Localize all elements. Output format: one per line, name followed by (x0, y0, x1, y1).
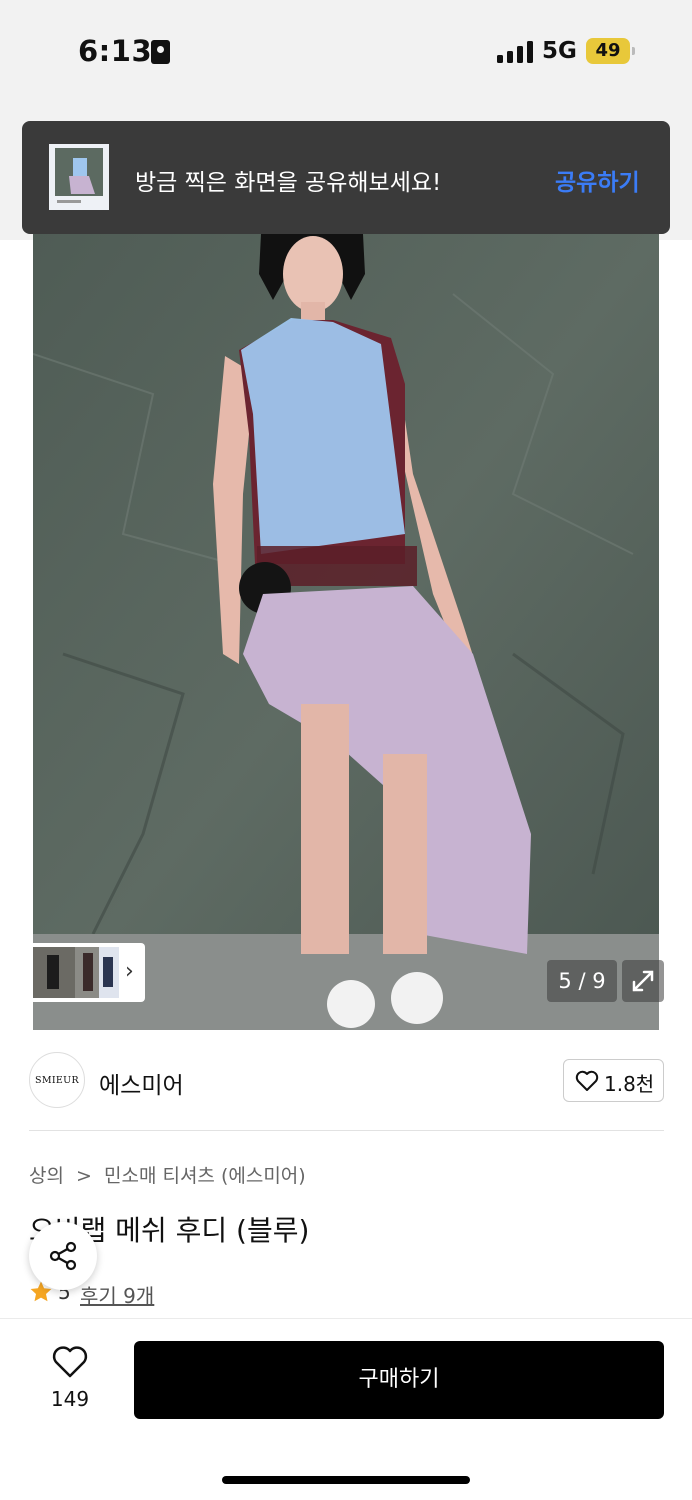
lock-icon (151, 40, 170, 64)
status-bar: 6:13 5G 49 (0, 0, 692, 100)
brand-like-button[interactable]: 1.8천 (563, 1059, 664, 1102)
breadcrumb: 상의 > 민소매 티셔츠 (에스미어) (29, 1161, 312, 1188)
chevron-right-icon: › (125, 959, 134, 984)
network-label: 5G (542, 38, 577, 64)
heart-icon (575, 1070, 599, 1091)
buy-button[interactable]: 구매하기 (134, 1341, 664, 1419)
review-link[interactable]: 후기 9개 (80, 1280, 154, 1309)
signal-icon (497, 41, 533, 63)
battery-level: 49 (595, 40, 621, 61)
wishlist-count: 149 (50, 1387, 90, 1411)
brand-like-count: 1.8천 (604, 1072, 655, 1096)
brand-logo[interactable]: SMIEUR (29, 1052, 85, 1108)
heart-icon (52, 1346, 88, 1378)
gallery-thumbnail-strip[interactable]: › (29, 943, 145, 1002)
product-image[interactable] (33, 234, 659, 1030)
image-counter: 5 / 9 (547, 960, 617, 1002)
battery-icon: 49 (586, 38, 630, 64)
divider (29, 1130, 664, 1131)
share-icon (49, 1241, 77, 1271)
expand-icon[interactable] (622, 960, 664, 1002)
home-indicator[interactable] (222, 1476, 470, 1484)
battery-tip (632, 47, 635, 55)
screenshot-thumbnail[interactable] (49, 144, 109, 210)
wishlist-button[interactable] (52, 1345, 88, 1379)
status-time: 6:13 (78, 34, 153, 68)
breadcrumb-category[interactable]: 상의 (29, 1165, 64, 1187)
share-toast: 방금 찍은 화면을 공유해보세요! 공유하기 (22, 121, 670, 234)
share-button[interactable] (29, 1222, 97, 1290)
gallery-thumbnails (33, 947, 119, 998)
share-now-button[interactable]: 공유하기 (555, 163, 640, 197)
breadcrumb-subcategory[interactable]: 민소매 티셔츠 (에스미어) (104, 1165, 306, 1187)
breadcrumb-separator: > (76, 1165, 92, 1187)
brand-name[interactable]: 에스미어 (99, 1066, 184, 1100)
product-photo (33, 234, 659, 1030)
toast-message: 방금 찍은 화면을 공유해보세요! (135, 170, 442, 196)
